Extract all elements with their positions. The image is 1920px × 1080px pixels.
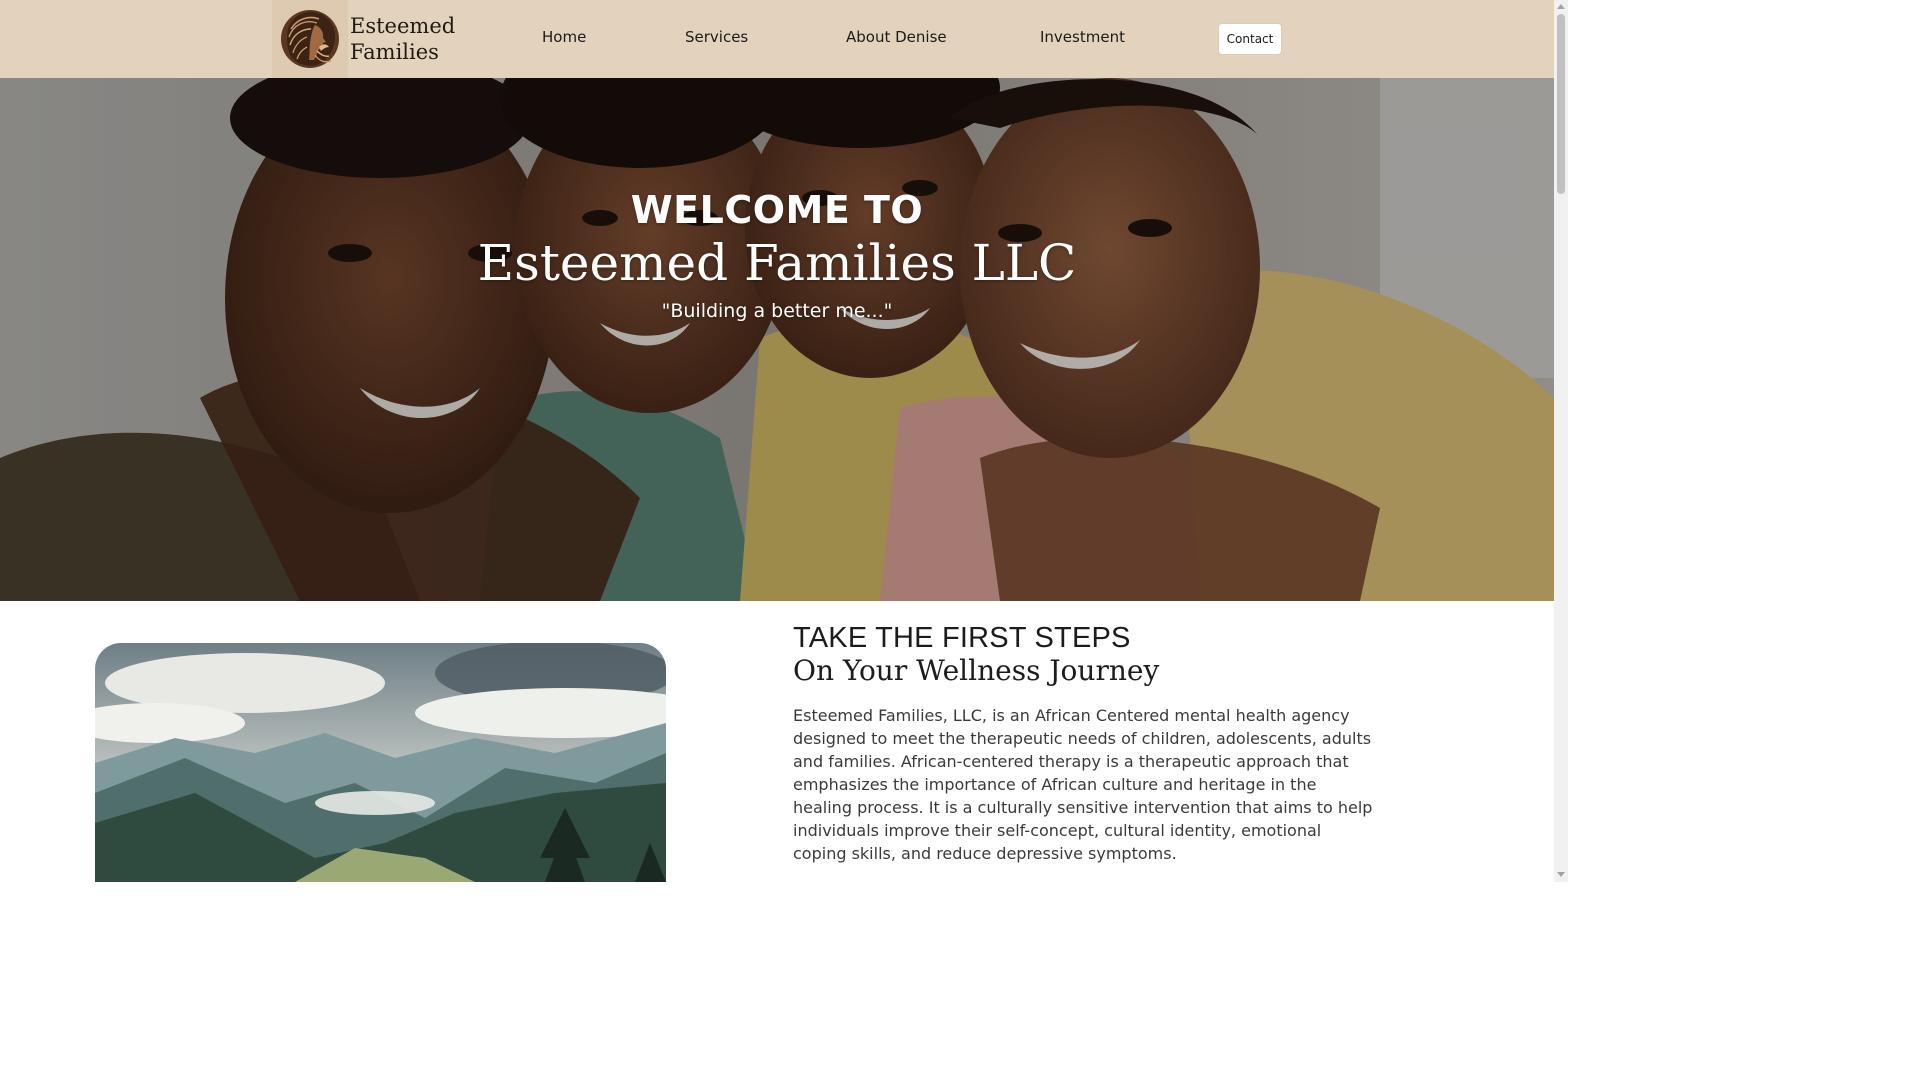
nav-home[interactable]: Home (542, 28, 586, 46)
hero-banner: WELCOME TO Esteemed Families LLC "Buildi… (0, 78, 1554, 601)
hero-welcome: WELCOME TO (630, 188, 924, 232)
page-scrollbar[interactable] (1554, 0, 1568, 882)
nav-about-denise[interactable]: About Denise (846, 28, 947, 46)
contact-button[interactable]: Contact (1218, 23, 1282, 55)
logo-badge (272, 0, 348, 78)
scroll-down-arrow-icon[interactable] (1557, 872, 1565, 877)
mountain-landscape-illustration (95, 643, 666, 882)
intro-heading: TAKE THE FIRST STEPS (793, 622, 1131, 654)
hero-overlay (0, 78, 1554, 601)
intro-subheading: On Your Wellness Journey (793, 654, 1160, 687)
nav-services[interactable]: Services (685, 28, 748, 46)
hero-title: Esteemed Families LLC (477, 234, 1077, 292)
brand-name-line2: Families (350, 40, 439, 64)
intro-body: Esteemed Families, LLC, is an African Ce… (793, 706, 1373, 863)
scroll-up-arrow-icon[interactable] (1557, 4, 1565, 9)
brand-name-line1: Esteemed (350, 14, 456, 38)
scrollbar-thumb[interactable] (1557, 14, 1565, 194)
hero-tagline: "Building a better me..." (661, 300, 893, 322)
brand-logo-link[interactable]: Esteemed Families (272, 0, 472, 78)
woman-profile-logo-icon (281, 10, 339, 68)
mountain-landscape-image (95, 643, 666, 882)
nav-investment[interactable]: Investment (1040, 28, 1125, 46)
brand-name: Esteemed Families (350, 13, 470, 65)
site-header: Esteemed Families Home Services About De… (0, 0, 1554, 78)
